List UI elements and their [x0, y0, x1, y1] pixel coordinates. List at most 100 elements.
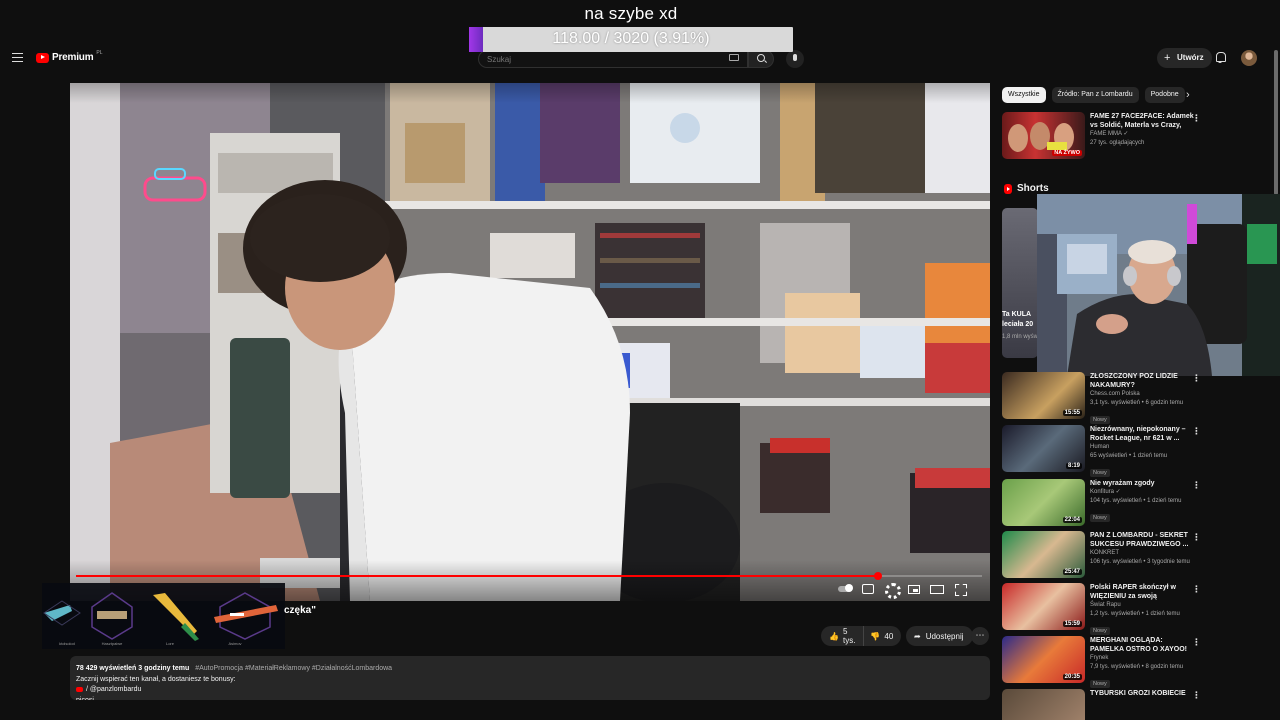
search-input[interactable]	[478, 50, 748, 68]
video-meta: MERGHANI OGLĄDA: PAMELKA OSTRO O XAYOO! …	[1090, 636, 1194, 690]
channel-name[interactable]: FAME MMA ✓	[1090, 130, 1194, 139]
video-player[interactable]	[70, 83, 990, 601]
more-vert-icon[interactable]: ⋮	[1192, 585, 1201, 594]
shorts-icon	[1004, 183, 1012, 194]
related-video-live[interactable]: NA ŻYWO FAME 27 FACE2FACE: Adamek vs Sol…	[1002, 112, 1201, 162]
chevron-right-icon[interactable]: ›	[1186, 89, 1190, 101]
dislike-count: 40	[884, 631, 894, 641]
more-vert-icon[interactable]: ⋮	[1192, 427, 1201, 436]
voice-search-icon[interactable]	[786, 50, 804, 68]
miniplayer-icon[interactable]	[908, 584, 920, 594]
channel-name[interactable]: Frynek	[1090, 654, 1194, 663]
related-video[interactable]: 20:35 MERGHANI OGLĄDA: PAMELKA OSTRO O XA…	[1002, 636, 1201, 688]
channel-name[interactable]: Konfitura ✓	[1090, 488, 1194, 497]
video-title[interactable]: ZŁOSZCZONY POZ LIDZIE NAKAMURY?	[1090, 372, 1194, 390]
autoplay-toggle-icon[interactable]	[838, 583, 853, 595]
channel-handle-link[interactable]: / @panzlombardu	[86, 686, 141, 693]
related-video[interactable]: 25:47 PAN Z LOMBARDU - SEKRET SUKCESU PRA…	[1002, 531, 1201, 581]
channel-name[interactable]: KONKRET	[1090, 549, 1194, 558]
youtube-play-icon	[36, 52, 49, 63]
video-thumbnail[interactable]: 8:19	[1002, 425, 1085, 472]
video-thumbnail[interactable]: 22:04	[1002, 479, 1085, 526]
video-thumbnail[interactable]: 15:59	[1002, 583, 1085, 630]
video-meta: Nie wyrażam zgody Konfitura ✓ 104 tys. wyś…	[1090, 479, 1194, 524]
chip-source[interactable]: Źródło: Pan z Lombardu	[1051, 87, 1139, 103]
subtitles-icon[interactable]	[862, 584, 874, 594]
youtube-logo[interactable]: Premium PL	[36, 49, 103, 63]
related-video[interactable]: 22:04 Nie wyrażam zgody Konfitura ✓ 104 tys…	[1002, 479, 1201, 529]
logo-country: PL	[96, 49, 103, 56]
video-title[interactable]: FAME 27 FACE2FACE: Adamek vs Soldić, Mat…	[1090, 112, 1194, 130]
short-title[interactable]: Ta KULA leciała 20	[1002, 310, 1038, 330]
related-video[interactable]: 8:19 Niezrównany, niepokonany – Rocket Le…	[1002, 425, 1201, 477]
description-box[interactable]: 78 429 wyświetleń 3 godziny temu #AutoPr…	[70, 656, 990, 700]
search-button[interactable]	[748, 50, 774, 68]
related-filter-chips: Wszystkie Źródło: Pan z Lombardu Podobne	[1002, 87, 1196, 103]
video-duration: 8:19	[1065, 463, 1082, 469]
scrubber-handle[interactable]	[873, 572, 882, 580]
hashtags[interactable]: #AutoPromocja #MateriałReklamowy #Działa…	[195, 665, 392, 672]
skin-item: Asimov	[210, 583, 278, 649]
view-count: 78 429 wyświetleń	[76, 665, 137, 672]
page-scrollbar[interactable]	[1274, 50, 1278, 195]
skin-label: ktolsolod	[59, 641, 75, 646]
skin-awp-icon	[214, 592, 278, 640]
channel-name[interactable]: Chess.com Polska	[1090, 390, 1194, 399]
player-controls	[838, 582, 968, 599]
video-title-fragment: częka"	[284, 605, 316, 616]
more-vert-icon[interactable]: ⋮	[1192, 638, 1201, 647]
fullscreen-icon[interactable]	[954, 583, 968, 595]
more-vert-icon[interactable]: ⋮	[1192, 481, 1201, 490]
notifications-bell-icon[interactable]	[1215, 52, 1226, 63]
like-button[interactable]: 👍 5 tys.	[821, 626, 863, 646]
video-meta: TYBURSKI GROZI KOBIECIE	[1090, 689, 1194, 698]
related-video[interactable]: 15:59 Polski RAPER skończył w WIĘZIENIU z…	[1002, 583, 1201, 635]
related-video[interactable]: TYBURSKI GROZI KOBIECIE ⋮	[1002, 689, 1201, 720]
more-vert-icon[interactable]: ⋮	[1192, 114, 1201, 123]
related-video[interactable]: 15:55 ZŁOSZCZONY POZ LIDZIE NAKAMURY? Ches…	[1002, 372, 1201, 424]
video-title[interactable]: TYBURSKI GROZI KOBIECIE	[1090, 689, 1194, 698]
video-thumbnail[interactable]: 20:35	[1002, 636, 1085, 683]
video-title[interactable]: Niezrównany, niepokonany – Rocket League…	[1090, 425, 1194, 443]
create-label: Utwórz	[1177, 53, 1204, 62]
video-thumbnail[interactable]: 15:55	[1002, 372, 1085, 419]
video-thumbnail[interactable]: NA ŻYWO	[1002, 112, 1085, 159]
channel-name[interactable]: Świat Rapu	[1090, 601, 1194, 610]
keyboard-icon[interactable]	[729, 54, 739, 61]
menu-icon[interactable]	[12, 53, 23, 62]
thumbs-up-icon: 👍	[829, 631, 839, 641]
upload-date: 3 godziny temu	[138, 665, 190, 672]
new-badge: Nowy	[1090, 514, 1110, 522]
video-title[interactable]: Polski RAPER skończył w WIĘZIENIU za swo…	[1090, 583, 1194, 601]
video-stats: 3,1 tys. wyświetleń • 6 godzin temu	[1090, 400, 1184, 406]
avatar[interactable]	[1241, 50, 1257, 66]
video-title[interactable]: Nie wyrażam zgody	[1090, 479, 1194, 488]
like-dislike-group: 👍 5 tys. 👎 40	[821, 626, 901, 646]
video-progress-bar[interactable]	[76, 572, 982, 580]
video-stats: 7,9 tys. wyświetleń • 8 godzin temu	[1090, 664, 1184, 670]
video-stats: 104 tys. wyświetleń • 1 dzień temu	[1090, 498, 1182, 504]
theater-mode-icon[interactable]	[930, 584, 944, 594]
more-actions-button[interactable]: ⋯	[971, 627, 989, 645]
description-link-line[interactable]: / @panzlombardu	[76, 685, 984, 696]
stream-skin-strip: ktolsolod Hasztpaiwe Lore Asimov	[42, 583, 285, 649]
like-count: 5 tys.	[842, 627, 856, 645]
thumbs-down-icon: 👎	[870, 631, 881, 641]
create-button[interactable]: + Utwórz	[1157, 48, 1212, 68]
video-title[interactable]: MERGHANI OGLĄDA: PAMELKA OSTRO O XAYOO! …	[1090, 636, 1194, 654]
settings-gear-icon[interactable]	[884, 583, 901, 599]
video-title[interactable]: PAN Z LOMBARDU - SEKRET SUKCESU PRAWDZIW…	[1090, 531, 1194, 549]
more-vert-icon[interactable]: ⋮	[1192, 374, 1201, 383]
youtube-small-icon	[76, 686, 83, 692]
video-thumbnail[interactable]: 25:47	[1002, 531, 1085, 578]
donation-goal-text: 118.00 / 3020 (3.91%)	[552, 30, 710, 47]
share-button[interactable]: ➦ Udostępnij	[906, 626, 973, 646]
channel-name[interactable]: Human	[1090, 443, 1194, 452]
video-meta: Niezrównany, niepokonany – Rocket League…	[1090, 425, 1194, 479]
video-thumbnail[interactable]	[1002, 689, 1085, 720]
dislike-button[interactable]: 👎 40	[863, 626, 901, 646]
chip-similar[interactable]: Podobne	[1144, 87, 1185, 103]
chip-all[interactable]: Wszystkie	[1002, 87, 1046, 103]
more-vert-icon[interactable]: ⋮	[1192, 533, 1201, 542]
more-vert-icon[interactable]: ⋮	[1192, 691, 1201, 700]
